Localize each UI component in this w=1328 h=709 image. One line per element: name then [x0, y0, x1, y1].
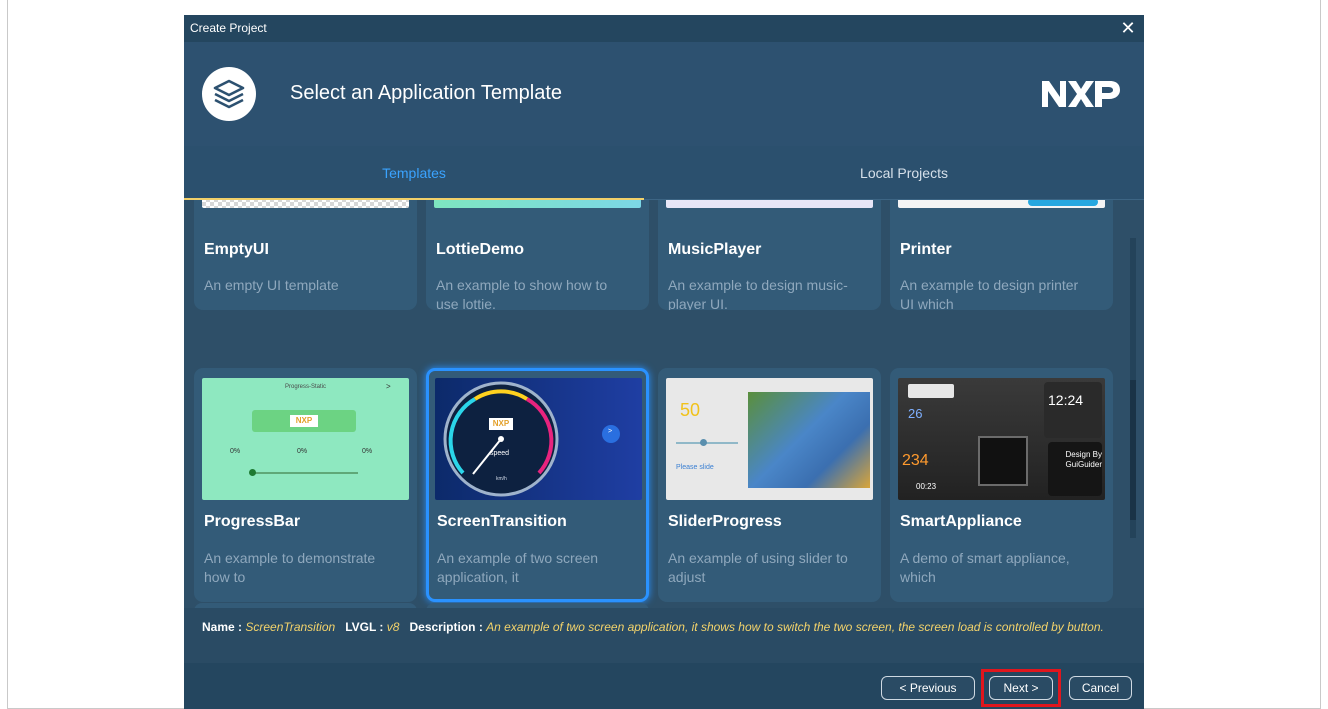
info-description-value: An example of two screen application, it…	[486, 620, 1104, 634]
thumb-value: 50	[680, 400, 701, 420]
info-lvgl-label: LVGL :	[345, 620, 384, 634]
template-card-selected[interactable]: NXP speed km/h > ScreenTransition An exa…	[426, 368, 649, 602]
template-card[interactable]: Printer An example to design printer UI …	[890, 200, 1113, 310]
next-button[interactable]: Next >	[989, 676, 1053, 700]
dialog-footer: < Previous Next > Cancel	[184, 663, 1144, 709]
template-card[interactable]: 26 234 00:23 12:24 Design By GuiGuider S…	[890, 368, 1113, 602]
info-name-label: Name :	[202, 620, 243, 634]
thumb-title: Progress-Static	[284, 384, 326, 390]
template-name: SmartAppliance	[900, 513, 1022, 530]
template-name: SliderProgress	[668, 513, 782, 530]
thumb-arrow: >	[386, 382, 391, 391]
template-thumbnail: NXP speed km/h >	[435, 378, 642, 500]
previous-button[interactable]: < Previous	[881, 676, 975, 700]
title-bar: Create Project ✕	[184, 15, 1144, 42]
thumb-hint: Please slide	[676, 464, 714, 471]
thumb-logo-box: NXP	[252, 410, 356, 432]
template-thumbnail	[666, 200, 873, 208]
template-name: ProgressBar	[204, 513, 301, 530]
template-description: An example of using slider to adjust	[668, 550, 848, 585]
template-card[interactable]: 50 Please slide SliderProgress An exampl…	[658, 368, 881, 602]
template-thumbnail: 50 Please slide	[666, 378, 873, 500]
template-description: An example to show how to use lottie.	[436, 277, 608, 310]
dialog-header: Select an Application Template	[184, 42, 1144, 146]
template-card[interactable]: Progress-Static > NXP 0% 0% 0% ProgressB…	[194, 368, 417, 602]
template-grid: EmptyUI An empty UI template LottieDemo …	[184, 200, 1144, 608]
template-card[interactable]: LottieDemo An example to show how to use…	[426, 200, 649, 310]
create-project-dialog: Create Project ✕ Select an Application T…	[184, 15, 1144, 709]
tab-templates[interactable]: Templates	[184, 146, 644, 200]
speedometer-gauge	[443, 381, 620, 497]
template-thumbnail: Progress-Static > NXP 0% 0% 0%	[202, 378, 409, 500]
tab-local-projects[interactable]: Local Projects	[664, 146, 1144, 200]
info-lvgl-value: v8	[386, 620, 400, 634]
layers-icon	[202, 67, 256, 121]
template-description: An empty UI template	[204, 277, 339, 293]
info-name-value: ScreenTransition	[245, 620, 336, 634]
close-icon[interactable]: ✕	[1118, 17, 1138, 39]
template-card[interactable]: MusicPlayer An example to design music-p…	[658, 200, 881, 310]
template-thumbnail	[898, 200, 1105, 208]
nxp-logo	[1042, 81, 1120, 107]
template-name: Printer	[900, 241, 952, 258]
template-name: EmptyUI	[204, 241, 269, 258]
template-name: LottieDemo	[436, 241, 524, 258]
cancel-button[interactable]: Cancel	[1069, 676, 1132, 700]
tab-bar: Templates Local Projects	[184, 146, 1144, 200]
template-name: MusicPlayer	[668, 241, 762, 258]
info-description-label: Description :	[409, 620, 483, 634]
template-thumbnail	[202, 200, 409, 208]
template-card[interactable]: EmptyUI An empty UI template	[194, 200, 417, 310]
window-title: Create Project	[190, 21, 267, 35]
template-name: ScreenTransition	[437, 513, 567, 530]
template-description: A demo of smart appliance, which	[900, 550, 1070, 585]
template-description: An example to design printer UI which	[900, 277, 1079, 310]
template-info: Name : ScreenTransition LVGL : v8 Descri…	[184, 608, 1144, 663]
template-description: An example to design music-player UI.	[668, 277, 848, 310]
template-thumbnail: 26 234 00:23 12:24 Design By GuiGuider	[898, 378, 1105, 500]
template-thumbnail	[434, 200, 641, 208]
page-title: Select an Application Template	[290, 82, 563, 104]
thumb-logo: NXP	[489, 418, 513, 430]
template-description: An example of two screen application, it	[437, 550, 599, 585]
template-description: An example to demonstrate how to	[204, 550, 376, 585]
scrollbar-thumb[interactable]	[1130, 380, 1136, 520]
